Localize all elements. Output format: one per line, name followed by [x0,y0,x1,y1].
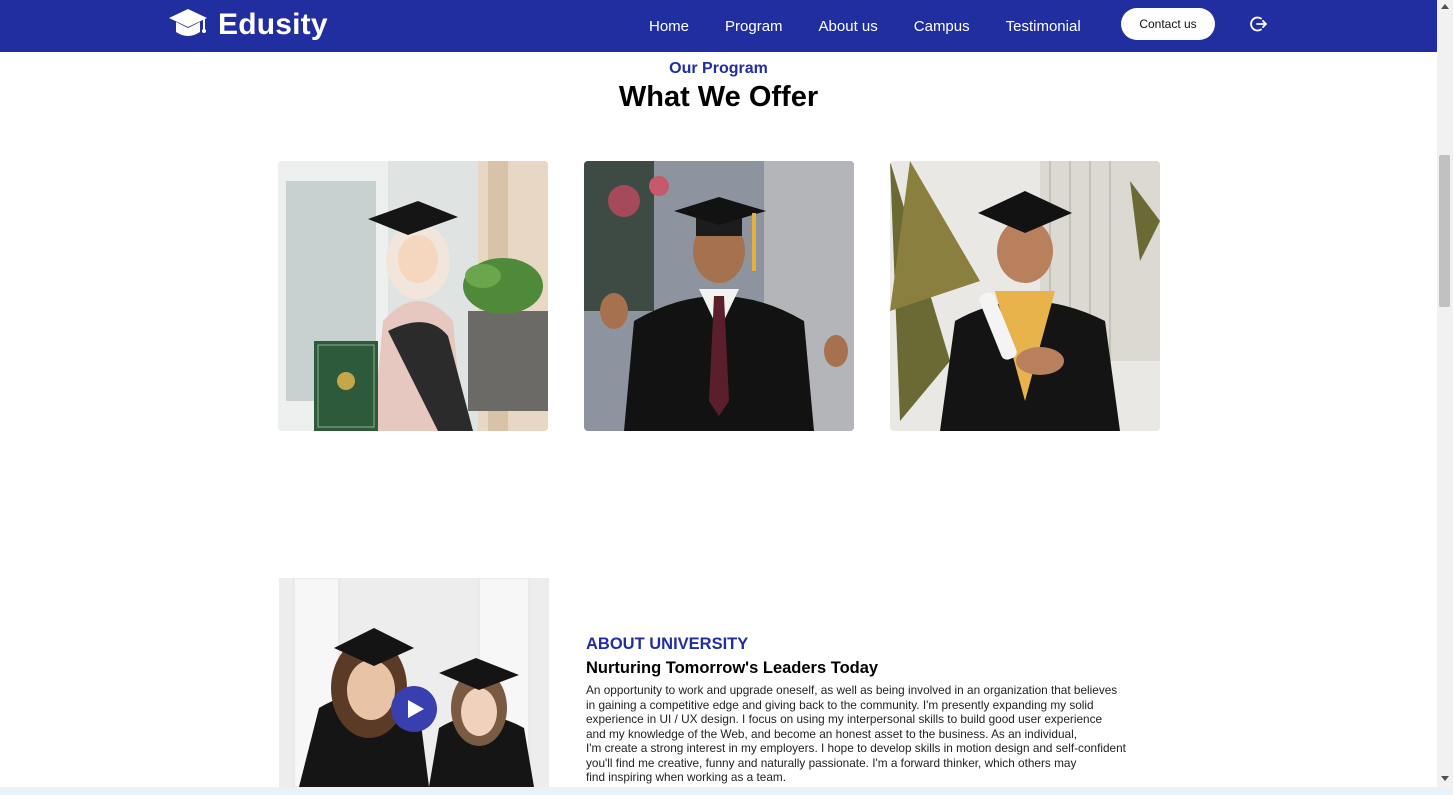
about-tag: ABOUT UNIVERSITY [586,635,749,653]
program-card-3[interactable] [890,161,1160,431]
nav-link-testimonial[interactable]: Testimonial [1006,18,1081,35]
nav-link-home[interactable]: Home [649,18,689,35]
program-subtitle: Our Program [669,60,768,77]
scroll-up-arrow-icon[interactable] [1441,4,1449,9]
about-line: in gaining a competitive edge and giving… [586,697,1094,712]
graduate-man-smiling-photo [584,161,854,431]
two-graduates-photo [279,578,549,787]
play-video-button[interactable] [391,686,437,732]
about-paragraph: An opportunity to work and upgrade onese… [586,683,1176,785]
bottom-strip [0,787,1453,795]
contact-us-button[interactable]: Contact us [1121,8,1215,40]
brand-name: Edusity [218,8,328,41]
play-icon [408,700,424,718]
about-line: and my knowledge of the Web, and become … [586,726,1077,741]
about-image [279,578,549,787]
graduate-man-diploma-photo [890,161,1160,431]
about-line: I'm create a strong interest in my emplo… [586,741,1126,755]
nav-link-about[interactable]: About us [819,18,878,35]
main-nav: Home Program About us Campus Testimonial [649,0,1117,52]
about-line: experience in UI / UX design. I focus on… [586,712,1103,726]
graduation-cap-icon [169,9,207,36]
brand-logo[interactable]: Edusity [168,5,328,45]
about-line: find inspiring when working as a team. [586,770,786,784]
about-title: Nurturing Tomorrow's Leaders Today [586,659,879,677]
program-card-2[interactable] [584,161,854,431]
about-line: An opportunity to work and upgrade onese… [586,683,1118,697]
scroll-down-arrow-icon[interactable] [1441,776,1449,781]
logout-icon[interactable] [1250,15,1268,33]
scrollbar-thumb[interactable] [1439,155,1450,307]
program-card-1[interactable] [278,161,548,431]
about-line: you'll find me creative, funny and natur… [586,755,1077,770]
nav-link-campus[interactable]: Campus [914,18,970,35]
program-title: What We Offer [618,81,819,113]
page-scrollbar[interactable] [1437,0,1453,787]
top-navbar: Edusity Home Program About us Campus Tes… [0,0,1437,52]
graduate-woman-hijab-photo [278,161,548,431]
nav-link-program[interactable]: Program [725,18,783,35]
